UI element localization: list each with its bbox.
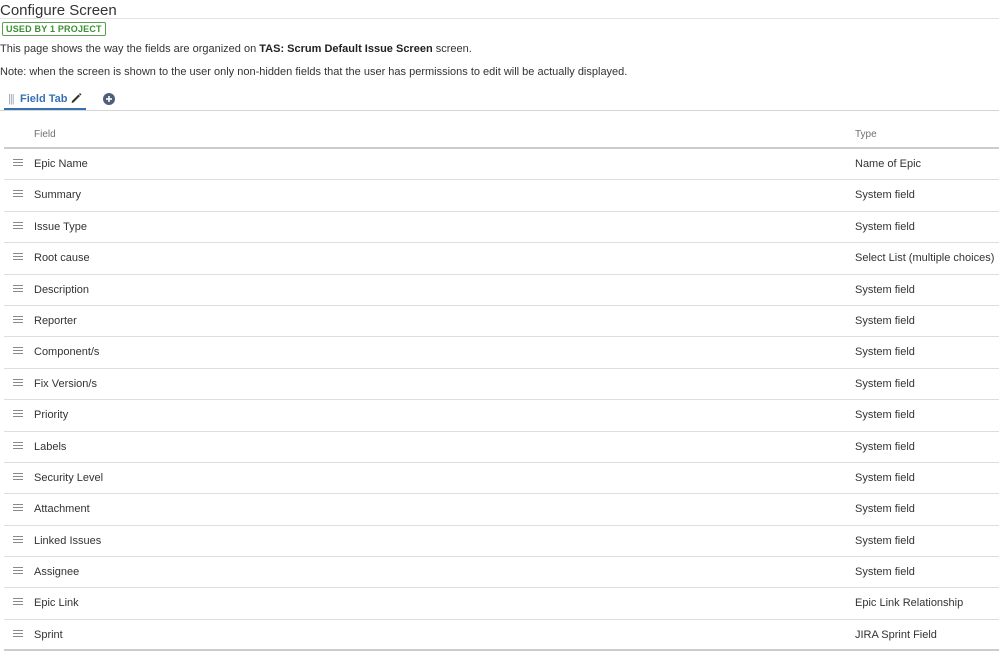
table-row[interactable]: Epic Link Epic Link Relationship — [4, 588, 999, 620]
tab-field-tab[interactable]: ||| Field Tab — [4, 90, 86, 110]
field-type: System field — [855, 471, 915, 484]
drag-handle-icon[interactable] — [13, 221, 23, 230]
drag-handle-icon[interactable] — [13, 504, 23, 512]
field-name: Issue Type — [34, 220, 87, 233]
drag-handle-icon[interactable] — [13, 347, 23, 355]
drag-handle-icon[interactable] — [13, 567, 23, 575]
table-row[interactable]: Epic Name Name of Epic — [4, 149, 999, 181]
column-header-field: Field — [34, 129, 56, 140]
drag-handle-icon[interactable] — [13, 629, 23, 638]
table-row[interactable]: Labels System field — [4, 432, 999, 463]
field-type: System field — [855, 377, 915, 390]
table-row[interactable]: Issue Type System field — [4, 212, 999, 244]
field-name: Security Level — [34, 471, 104, 484]
field-name: Linked Issues — [34, 534, 102, 547]
field-name: Attachment — [34, 503, 90, 516]
field-name: Description — [34, 283, 90, 296]
drag-handle-icon[interactable] — [13, 472, 23, 481]
field-type: System field — [855, 283, 915, 296]
drag-handle-icon[interactable] — [13, 598, 23, 606]
field-type: Name of Epic — [855, 158, 922, 170]
table-row[interactable]: Attachment System field — [4, 494, 999, 526]
field-name: Labels — [34, 440, 67, 453]
pencil-icon[interactable] — [70, 92, 82, 107]
field-type: System field — [855, 189, 915, 202]
used-by-project-badge[interactable]: USED BY 1 PROJECT — [2, 22, 106, 36]
field-type: System field — [855, 314, 915, 327]
field-name: Priority — [34, 409, 69, 422]
drag-handle-icon[interactable] — [13, 441, 23, 450]
table-row[interactable]: Reporter System field — [4, 306, 999, 338]
field-name: Component/s — [34, 346, 100, 359]
table-row[interactable]: Security Level System field — [4, 463, 999, 495]
page-description: This page shows the way the fields are o… — [0, 43, 472, 55]
drag-handle-icon[interactable] — [13, 190, 23, 198]
field-type: System field — [855, 440, 915, 453]
table-row[interactable]: Component/s System field — [4, 337, 999, 369]
column-header-type: Type — [855, 129, 877, 140]
table-row[interactable]: Priority System field — [4, 400, 999, 432]
field-type: Select List (multiple choices) — [855, 252, 995, 265]
drag-handle-icon[interactable] — [13, 315, 23, 324]
tab-label[interactable]: Field Tab — [20, 93, 67, 105]
fields-table: Epic Name Name of Epic Summary System field… — [4, 149, 999, 652]
field-type: JIRA Sprint Field — [855, 628, 937, 641]
field-type: System field — [855, 409, 915, 422]
field-type: System field — [855, 503, 915, 516]
description-suffix: screen. — [432, 43, 472, 55]
page-title: Configure Screen — [0, 2, 117, 19]
field-name: Summary — [34, 189, 82, 202]
field-type: Epic Link Relationship — [855, 597, 964, 610]
screen-name: TAS: Scrum Default Issue Screen — [259, 43, 433, 55]
drag-handle-icon[interactable] — [13, 159, 23, 167]
table-row[interactable]: Fix Version/s System field — [4, 369, 999, 401]
table-row[interactable]: Root cause Select List (multiple choices) — [4, 243, 999, 275]
field-type: System field — [855, 534, 915, 547]
field-name: Assignee — [34, 566, 80, 579]
plus-circle-icon[interactable] — [103, 93, 115, 105]
field-name: Epic Name — [34, 158, 88, 170]
table-row[interactable]: Description System field — [4, 275, 999, 306]
field-name: Fix Version/s — [34, 377, 97, 390]
table-row[interactable]: Sprint JIRA Sprint Field — [4, 620, 999, 652]
drag-handle-icon[interactable] — [13, 535, 23, 544]
drag-handle-icon[interactable] — [13, 378, 23, 387]
table-row[interactable]: Assignee System field — [4, 557, 999, 589]
field-name: Root cause — [34, 252, 90, 265]
field-type: System field — [855, 220, 915, 233]
tabs-divider — [0, 110, 999, 111]
title-divider — [0, 18, 999, 19]
drag-handle-icon[interactable] — [13, 284, 23, 293]
field-type: System field — [855, 566, 915, 579]
field-name: Epic Link — [34, 597, 79, 610]
field-type: System field — [855, 346, 915, 359]
table-row[interactable]: Linked Issues System field — [4, 526, 999, 558]
description-prefix: This page shows the way the fields are o… — [0, 43, 260, 55]
field-name: Sprint — [34, 628, 63, 641]
table-row[interactable]: Summary System field — [4, 180, 999, 212]
field-name: Reporter — [34, 314, 77, 327]
drag-handle-icon[interactable] — [13, 253, 23, 261]
page-note: Note: when the screen is shown to the us… — [0, 66, 628, 78]
drag-grip-icon[interactable]: ||| — [8, 93, 15, 105]
drag-handle-icon[interactable] — [13, 410, 23, 418]
